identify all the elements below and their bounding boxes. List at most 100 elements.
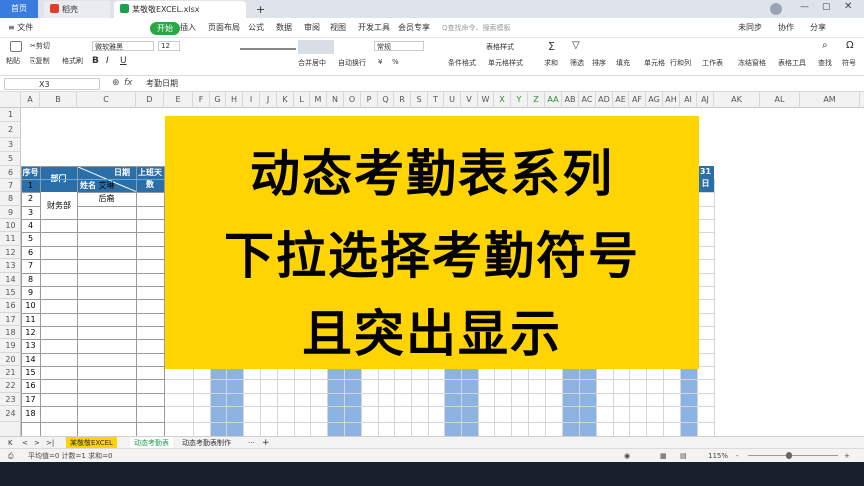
select-all-corner[interactable] (0, 92, 21, 108)
column-header[interactable]: AK (714, 92, 760, 108)
avatar[interactable] (770, 3, 782, 15)
search-icon[interactable]: ⌕ (822, 40, 828, 51)
function-button[interactable]: fx (124, 78, 133, 88)
column-header[interactable]: AD (596, 92, 613, 108)
cut-button[interactable]: ✂剪切 (30, 41, 50, 51)
merge-center-button[interactable]: 合并居中 (298, 58, 326, 68)
sum-button[interactable]: 求和 (544, 58, 558, 68)
seq-cell[interactable]: 16 (21, 379, 40, 393)
menu-start[interactable]: 开始 (150, 22, 180, 35)
table-style-button[interactable]: 表格样式 (486, 42, 514, 52)
row-header[interactable]: 16 (0, 299, 21, 313)
row-header[interactable]: 23 (0, 393, 21, 406)
row-header[interactable]: 15 (0, 286, 21, 299)
copy-button[interactable]: ⎘复制 (30, 56, 50, 66)
menu-formulas[interactable]: 公式 (248, 18, 264, 38)
department-cell[interactable]: 财务部 (41, 192, 77, 219)
row-header[interactable]: 22 (0, 379, 21, 393)
row-header[interactable]: 19 (0, 339, 21, 353)
eye-icon[interactable]: ◉ (624, 449, 630, 463)
menu-file[interactable]: ≡ 文件 (8, 18, 33, 38)
menu-data[interactable]: 数据 (276, 18, 292, 38)
row-header[interactable]: 11 (0, 232, 21, 246)
seq-cell[interactable]: 6 (21, 246, 40, 259)
seq-cell[interactable]: 2 (21, 192, 40, 206)
wrap-text-button[interactable]: 自动换行 (338, 58, 366, 68)
seq-cell[interactable]: 11 (21, 313, 40, 326)
column-header[interactable]: N (327, 92, 344, 108)
row-header[interactable]: 14 (0, 273, 21, 286)
seq-cell[interactable]: 5 (21, 232, 40, 246)
row-header[interactable]: 24 (0, 406, 21, 422)
currency-button[interactable]: ¥ (378, 58, 382, 66)
minimize-icon[interactable]: — (800, 2, 809, 12)
tab-workbook[interactable]: 某敬敬EXCEL.xlsx (114, 1, 246, 18)
name-cell[interactable]: 艾琳 (77, 179, 136, 192)
column-header[interactable]: AB (562, 92, 579, 108)
freeze-panes-button[interactable]: 冻结窗格 (738, 58, 766, 68)
number-format-select[interactable]: 常规 (374, 41, 424, 51)
column-header[interactable]: T (428, 92, 444, 108)
sort-button[interactable]: 排序 (592, 58, 606, 68)
seq-cell[interactable]: 13 (21, 339, 40, 353)
seq-cell[interactable]: 7 (21, 259, 40, 273)
row-header[interactable]: 2 (0, 122, 21, 138)
column-header[interactable]: H (226, 92, 243, 108)
column-header[interactable]: L (294, 92, 310, 108)
column-header[interactable]: AL (760, 92, 800, 108)
seq-cell[interactable]: 10 (21, 299, 40, 313)
column-header[interactable]: G (210, 92, 226, 108)
page-view-icon[interactable]: ▤ (680, 449, 687, 463)
seq-cell[interactable]: 15 (21, 366, 40, 379)
column-header[interactable]: Z (528, 92, 545, 108)
column-header[interactable]: AG (646, 92, 663, 108)
column-header[interactable]: AI (680, 92, 697, 108)
column-header[interactable]: S (411, 92, 428, 108)
find-button[interactable]: 查找 (818, 58, 832, 68)
name-box[interactable]: X3 (4, 78, 100, 90)
close-icon[interactable]: ✕ (844, 1, 852, 12)
share-button[interactable]: 分享 (810, 18, 826, 38)
column-header[interactable]: AA (545, 92, 562, 108)
row-header[interactable]: 20 (0, 353, 21, 366)
row-header[interactable]: 17 (0, 313, 21, 326)
row-header[interactable]: 21 (0, 366, 21, 379)
sync-status[interactable]: 未同步 (738, 18, 762, 38)
seq-cell[interactable]: 1 (21, 179, 40, 192)
column-header[interactable]: Q (378, 92, 394, 108)
column-header[interactable]: O (344, 92, 361, 108)
row-col-button[interactable]: 行和列 (670, 58, 691, 68)
row-header[interactable]: 3 (0, 138, 21, 152)
paste-icon[interactable] (10, 41, 22, 52)
column-header[interactable]: V (461, 92, 478, 108)
row-header[interactable]: 5 (0, 152, 21, 166)
column-header[interactable]: X (494, 92, 511, 108)
column-header[interactable]: I (243, 92, 260, 108)
formula-input[interactable]: 考勤日期 (146, 78, 178, 89)
row-header[interactable]: 12 (0, 246, 21, 259)
column-header[interactable]: B (40, 92, 77, 108)
paste-button[interactable]: 粘贴 (6, 56, 20, 66)
maximize-icon[interactable]: ▢ (822, 2, 831, 12)
row-header[interactable]: 8 (0, 192, 21, 206)
sigma-icon[interactable]: Σ (548, 40, 555, 53)
seq-cell[interactable]: 14 (21, 353, 40, 366)
font-name-select[interactable]: 微软雅黑 (92, 41, 154, 51)
bold-button[interactable]: B (92, 56, 99, 66)
row-header[interactable]: 10 (0, 219, 21, 232)
column-header[interactable]: AH (663, 92, 680, 108)
cell-button[interactable]: 单元格 (644, 58, 665, 68)
font-size-select[interactable]: 12 (158, 41, 180, 51)
column-header[interactable]: U (444, 92, 461, 108)
tab-docer[interactable]: 稻壳 (44, 1, 110, 18)
menu-view[interactable]: 视图 (330, 18, 346, 38)
column-header[interactable]: W (478, 92, 494, 108)
column-header[interactable]: A (21, 92, 40, 108)
format-painter-button[interactable]: 格式刷 (62, 56, 83, 66)
zoom-slider[interactable] (748, 455, 838, 456)
menu-review[interactable]: 审阅 (304, 18, 320, 38)
menu-member[interactable]: 会员专享 (398, 18, 430, 38)
zoom-search-icon[interactable]: ⊕ (112, 78, 120, 88)
zoom-out-button[interactable]: - (736, 449, 739, 463)
column-header[interactable]: C (77, 92, 136, 108)
